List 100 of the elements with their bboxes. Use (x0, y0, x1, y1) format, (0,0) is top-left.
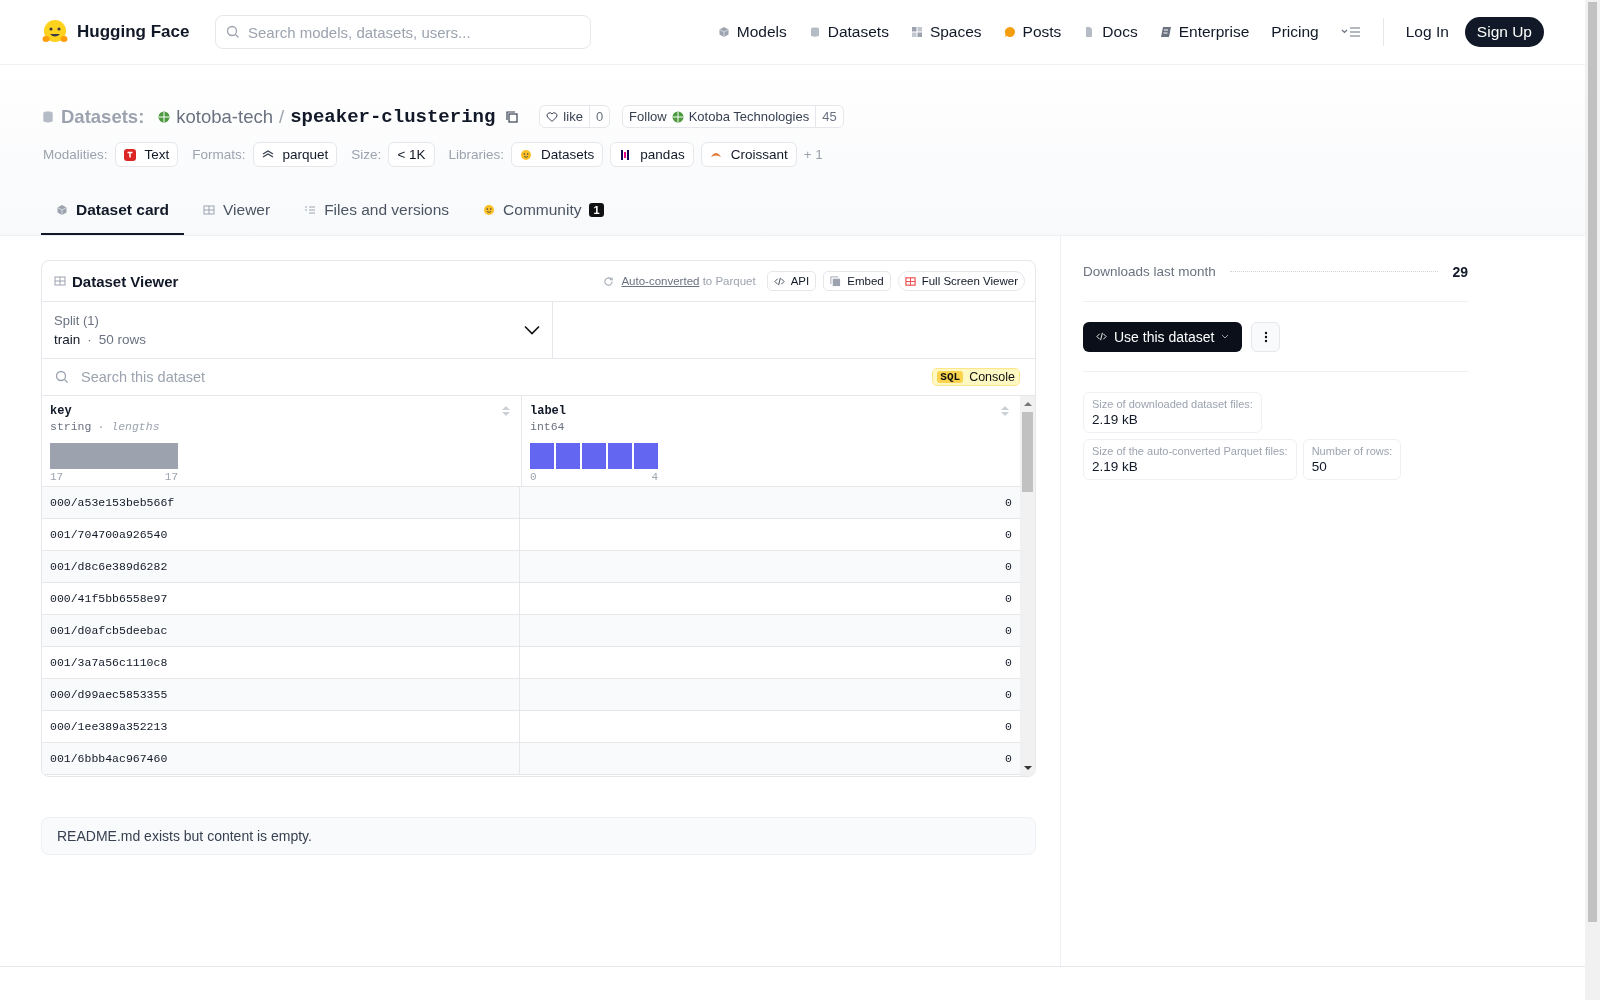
auto-converted-note: Auto-converted to Parquet (621, 275, 756, 287)
table-cell: 000/a53e153beb566f (42, 487, 520, 518)
tab[interactable]: Community 1 (468, 191, 619, 235)
table-cell-text: 0 (1004, 591, 1013, 607)
full-screen-viewer-button[interactable]: Full Screen Viewer (897, 271, 1025, 291)
dataset-search-field[interactable]: Search this dataset (79, 366, 933, 388)
code-icon (1096, 331, 1107, 342)
tag-group-label: Size: (351, 147, 382, 162)
tag-chip[interactable]: pandas (610, 142, 694, 167)
stat-value: 2.19 kB (1092, 459, 1139, 474)
table-cell-text: 0 (1004, 687, 1013, 703)
sort-icon[interactable] (501, 405, 511, 417)
column-type: string (50, 420, 92, 433)
brand-name[interactable]: Hugging Face (77, 22, 190, 42)
stat-value: 2.19 kB (1092, 412, 1139, 427)
use-dataset-button[interactable]: Use this dataset (1083, 321, 1243, 352)
chat-bubble-icon (1003, 26, 1016, 38)
table-cell: 000/41f5bb6558e97 (42, 583, 520, 614)
nav-link[interactable]: Enterprise (1159, 23, 1250, 41)
signup-button[interactable]: Sign Up (1464, 17, 1544, 47)
table-cell-text: 0 (1004, 751, 1013, 767)
grid-icon (910, 26, 923, 38)
column-type: int64 (530, 420, 565, 433)
tag-group-label: Formats: (192, 147, 246, 162)
caret-icon (1221, 334, 1230, 339)
tag-chip[interactable]: parquet (252, 142, 338, 167)
tag-chip[interactable]: Datasets (511, 142, 604, 167)
stat-label: Size of downloaded dataset files: (1092, 398, 1253, 410)
smiley-face-icon (520, 148, 533, 161)
downloads-label: Downloads last month (1083, 264, 1216, 279)
scrollbar-thumb[interactable] (1588, 2, 1597, 922)
more-options-button[interactable] (1251, 321, 1281, 352)
refresh-icon (603, 275, 615, 287)
scroll-down-icon[interactable] (1023, 765, 1032, 771)
search-field[interactable]: Search models, datasets, users... (215, 15, 591, 49)
nav-link[interactable]: Pricing (1271, 23, 1319, 41)
tag-group-label: Libraries: (448, 147, 505, 162)
cube-icon (717, 26, 730, 38)
owner-link[interactable]: kotoba-tech (176, 105, 273, 128)
sort-icon[interactable] (1000, 405, 1010, 417)
embed-button[interactable]: Embed (823, 271, 891, 291)
table-cell: 001/d8c6e389d6282 (42, 551, 520, 582)
column-stat-kind: · lengths (97, 420, 160, 433)
tab[interactable]: Files and versions (289, 191, 465, 235)
table-cell: 000/d99aec5853355 (42, 679, 520, 710)
stat-value: 50 (1311, 459, 1328, 474)
tab[interactable]: Dataset card (41, 191, 185, 235)
table-cell: 001/6bbb4ac967460 (42, 743, 520, 774)
scrollbar[interactable] (1585, 0, 1600, 1000)
tag-chip[interactable]: Text (114, 142, 179, 167)
axis-min-label: 17 (50, 471, 64, 483)
scrollbar[interactable] (1020, 396, 1035, 776)
auto-converted-link[interactable]: Auto-converted (621, 275, 700, 287)
separator-dot: · (87, 332, 92, 347)
nav-link[interactable]: Datasets (808, 23, 889, 41)
tag-chip[interactable]: < 1K (388, 142, 435, 167)
nav-link[interactable]: Docs (1083, 23, 1138, 41)
table-cell: 000/1ee389a352213 (42, 711, 520, 742)
table-cell-text: 0 (1004, 527, 1013, 543)
split-label: Split (1) (54, 313, 100, 328)
sql-console-button[interactable]: SQL Console (932, 368, 1020, 386)
table-cell-text: 0 (1004, 719, 1013, 735)
like-button[interactable]: like 0 (539, 105, 611, 128)
list-icon (304, 204, 317, 216)
table-cell-text: 0 (1004, 655, 1013, 671)
split-name: train (54, 332, 81, 347)
like-count: 0 (588, 106, 610, 127)
tag-icon (1159, 26, 1172, 38)
nav-link[interactable]: Models (717, 23, 787, 41)
row-count: 50 rows (98, 332, 147, 347)
nav-link[interactable]: Spaces (910, 23, 982, 41)
viewer-title: Dataset Viewer (72, 272, 179, 290)
scroll-up-icon[interactable] (1023, 401, 1032, 407)
org-logo-icon (671, 110, 684, 123)
org-logo-icon (158, 110, 171, 123)
split-dropdown[interactable]: Split (1) train · 50 rows (42, 302, 553, 358)
table-icon (904, 275, 916, 287)
downloads-count: 29 (1452, 263, 1468, 280)
tab[interactable]: Viewer (188, 191, 286, 235)
search-icon (55, 370, 69, 384)
axis-max-label: 17 (164, 471, 178, 483)
count-badge: 1 (589, 203, 604, 217)
tag-chip[interactable]: Croissant (700, 142, 797, 167)
dataset-name[interactable]: speaker-clustering (290, 105, 496, 128)
chevron-down-icon (524, 325, 540, 335)
axis-min-label: 0 (530, 471, 537, 483)
stat-label: Number of rows: (1311, 445, 1393, 457)
table-cell-text: 0 (1004, 495, 1013, 511)
table-icon (54, 275, 66, 287)
api-button[interactable]: API (766, 271, 817, 291)
login-link[interactable]: Log In (1405, 23, 1449, 41)
text-icon (123, 148, 136, 161)
menu-icon[interactable] (1340, 26, 1361, 38)
heart-icon (546, 110, 559, 123)
copy-icon[interactable] (505, 109, 520, 124)
table-cell: 001/704700a926540 (42, 519, 520, 550)
nav-link[interactable]: Posts (1003, 23, 1062, 41)
scrollbar-thumb[interactable] (1022, 412, 1033, 492)
code-icon (773, 275, 785, 287)
follow-button[interactable]: Follow Kotoba Technologies 45 (622, 105, 844, 128)
